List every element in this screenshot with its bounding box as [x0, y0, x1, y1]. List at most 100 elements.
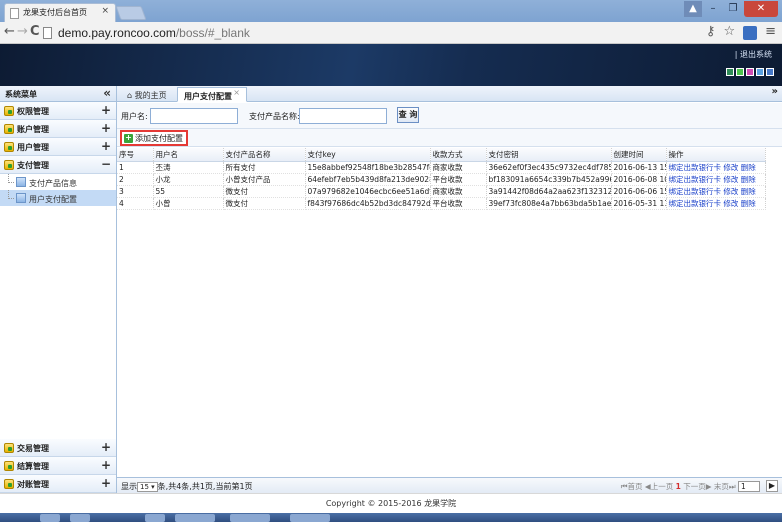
cell: 2016-06-08 10:4	[611, 173, 667, 186]
pagination-nav: ⏮首页 ◀上一页 1 下一页▶ 末页⏭ 1	[621, 481, 760, 492]
table-row[interactable]: 3 55 微支付 07a979682e1046ecbc6ee51a6df2d6a…	[117, 185, 766, 198]
folder-icon	[4, 124, 14, 134]
menu-payment[interactable]: 支付管理 −	[0, 156, 116, 174]
sidebar-item-user-pay-config[interactable]: 用户支付配置	[0, 190, 116, 206]
browser-tab-title: 龙果支付后台首页	[23, 8, 87, 17]
cell: 商家收款	[430, 185, 487, 198]
folder-icon	[4, 461, 14, 471]
column-header[interactable]: 支付密钥	[486, 148, 612, 162]
theme-swatch[interactable]	[726, 68, 734, 76]
menu-reconciliation[interactable]: 对账管理 +	[0, 475, 116, 493]
next-last-buttons[interactable]: 下一页▶ 末页⏭	[683, 482, 735, 491]
table-header-row: 序号 用户名 支付产品名称 支付key 收款方式 支付密钥 创建时间 操作	[117, 148, 766, 162]
sidebar-item-product-info[interactable]: 支付产品信息	[0, 174, 116, 190]
expand-icon[interactable]: +	[101, 103, 111, 117]
page-number[interactable]: 1	[676, 482, 681, 491]
expand-icon[interactable]: +	[101, 458, 111, 472]
taskbar-item[interactable]	[70, 514, 90, 522]
theme-swatch[interactable]	[766, 68, 774, 76]
table-row[interactable]: 1 丕涛 所有支付 15e8abbef92548f18be3b28547fd53…	[117, 161, 766, 174]
tab-close-icon[interactable]: ×	[233, 88, 240, 97]
menu-label: 账户管理	[17, 125, 49, 134]
user-name-input[interactable]	[150, 108, 238, 124]
maximize-button[interactable]: ❐	[724, 1, 742, 17]
column-header[interactable]: 操作	[666, 148, 766, 162]
tabs-more-icon[interactable]: »	[772, 86, 778, 97]
url-field[interactable]: demo.pay.roncoo.com/boss/#_blank	[58, 26, 250, 40]
search-form: 用户名: 支付产品名称: 查 询	[117, 103, 782, 129]
taskbar-item[interactable]	[175, 514, 215, 522]
folder-icon	[4, 443, 14, 453]
expand-icon[interactable]: +	[101, 440, 111, 454]
close-window-button[interactable]: ✕	[744, 1, 778, 17]
reload-icon[interactable]: C	[30, 24, 40, 39]
key-icon[interactable]: ⚷	[706, 24, 716, 40]
cell: 所有支付	[223, 161, 306, 174]
expand-icon[interactable]: +	[101, 121, 111, 135]
folder-icon	[4, 106, 14, 116]
taskbar-item[interactable]	[145, 514, 165, 522]
tab-close-icon[interactable]: ×	[101, 6, 109, 16]
row-actions[interactable]: 绑定出款银行卡 修改 删除	[666, 197, 766, 210]
pagination-bar: 显示 15 ▾ 条,共4条,共1页,当前第1页 ⏮首页 ◀上一页 1 下一页▶ 末页…	[117, 477, 782, 493]
user-icon[interactable]: ▲	[684, 1, 702, 17]
taskbar-item[interactable]	[230, 514, 270, 522]
query-button[interactable]: 查 询	[397, 107, 419, 123]
cell: 商家收款	[430, 161, 487, 174]
row-actions[interactable]: 绑定出款银行卡 修改 删除	[666, 161, 766, 174]
expand-icon[interactable]: +	[101, 139, 111, 153]
theme-swatch[interactable]	[736, 68, 744, 76]
first-prev-buttons[interactable]: ⏮首页 ◀上一页	[621, 482, 673, 491]
cell: 2016-06-13 15:3	[611, 161, 667, 174]
tab-home[interactable]: ⌂ 我的主页	[121, 87, 173, 102]
menu-permission[interactable]: 权限管理 +	[0, 102, 116, 120]
column-header[interactable]: 用户名	[153, 148, 224, 162]
theme-swatch[interactable]	[746, 68, 754, 76]
folder-icon	[4, 142, 14, 152]
menu-user[interactable]: 用户管理 +	[0, 138, 116, 156]
collapse-sidebar-icon[interactable]: «	[103, 86, 111, 100]
table-row[interactable]: 2 小龙 小曾支付产品 64efebf7eb5b439d8fa213de9028…	[117, 173, 766, 186]
taskbar-item[interactable]	[290, 514, 330, 522]
sidebar: 系统菜单 « 权限管理 + 账户管理 + 用户管理 + 支付管理 − 支付产品信…	[0, 86, 117, 493]
taskbar-item[interactable]	[40, 514, 60, 522]
copyright-text: Copyright © 2015-2016 龙果学院	[325, 499, 457, 508]
column-header[interactable]: 支付key	[305, 148, 431, 162]
new-tab-button[interactable]	[115, 6, 147, 20]
column-header[interactable]: 支付产品名称	[223, 148, 306, 162]
row-actions[interactable]: 绑定出款银行卡 修改 删除	[666, 185, 766, 198]
row-actions[interactable]: 绑定出款银行卡 修改 删除	[666, 173, 766, 186]
menu-account[interactable]: 账户管理 +	[0, 120, 116, 138]
menu-icon[interactable]: ≡	[765, 24, 776, 40]
sidebar-title: 系统菜单	[5, 90, 37, 99]
page-input[interactable]: 1	[738, 481, 760, 492]
theme-swatch[interactable]	[756, 68, 764, 76]
logout-link[interactable]: | 退出系统	[735, 49, 772, 60]
page-size-select[interactable]: 15 ▾	[137, 482, 158, 492]
cell: 丕涛	[153, 161, 224, 174]
table-row[interactable]: 4 小曾 微支付 f843f97686dc4b52bd3dc84792d3c03…	[117, 197, 766, 210]
add-pay-config-button[interactable]: + 添加支付配置	[120, 130, 188, 146]
menu-trade[interactable]: 交易管理 +	[0, 439, 116, 457]
folder-icon	[4, 160, 14, 170]
bookmark-star-icon[interactable]: ☆	[723, 24, 735, 40]
add-pay-config-label: 添加支付配置	[135, 133, 183, 143]
product-name-input[interactable]	[299, 108, 387, 124]
back-icon[interactable]: ←	[4, 24, 15, 39]
extension-icon[interactable]	[743, 26, 758, 40]
cell: 07a979682e1046ecbc6ee51a6df2d6a	[305, 185, 431, 198]
column-header[interactable]: 收款方式	[430, 148, 487, 162]
go-page-button[interactable]: ▶	[766, 480, 778, 492]
collapse-icon[interactable]: −	[101, 157, 111, 171]
minimize-button[interactable]: –	[704, 1, 722, 17]
expand-icon[interactable]: +	[101, 476, 111, 490]
column-header[interactable]: 创建时间	[611, 148, 667, 162]
column-header[interactable]: 序号	[117, 148, 154, 162]
tab-user-pay-config[interactable]: 用户支付配置 ×	[177, 87, 247, 102]
forward-icon[interactable]: →	[17, 24, 28, 39]
browser-tab[interactable]: 龙果支付后台首页 ×	[4, 3, 116, 22]
pay-config-table: 序号 用户名 支付产品名称 支付key 收款方式 支付密钥 创建时间 操作 1 …	[117, 148, 766, 210]
menu-settlement[interactable]: 结算管理 +	[0, 457, 116, 475]
menu-label: 权限管理	[17, 107, 49, 116]
menu-label: 用户管理	[17, 143, 49, 152]
